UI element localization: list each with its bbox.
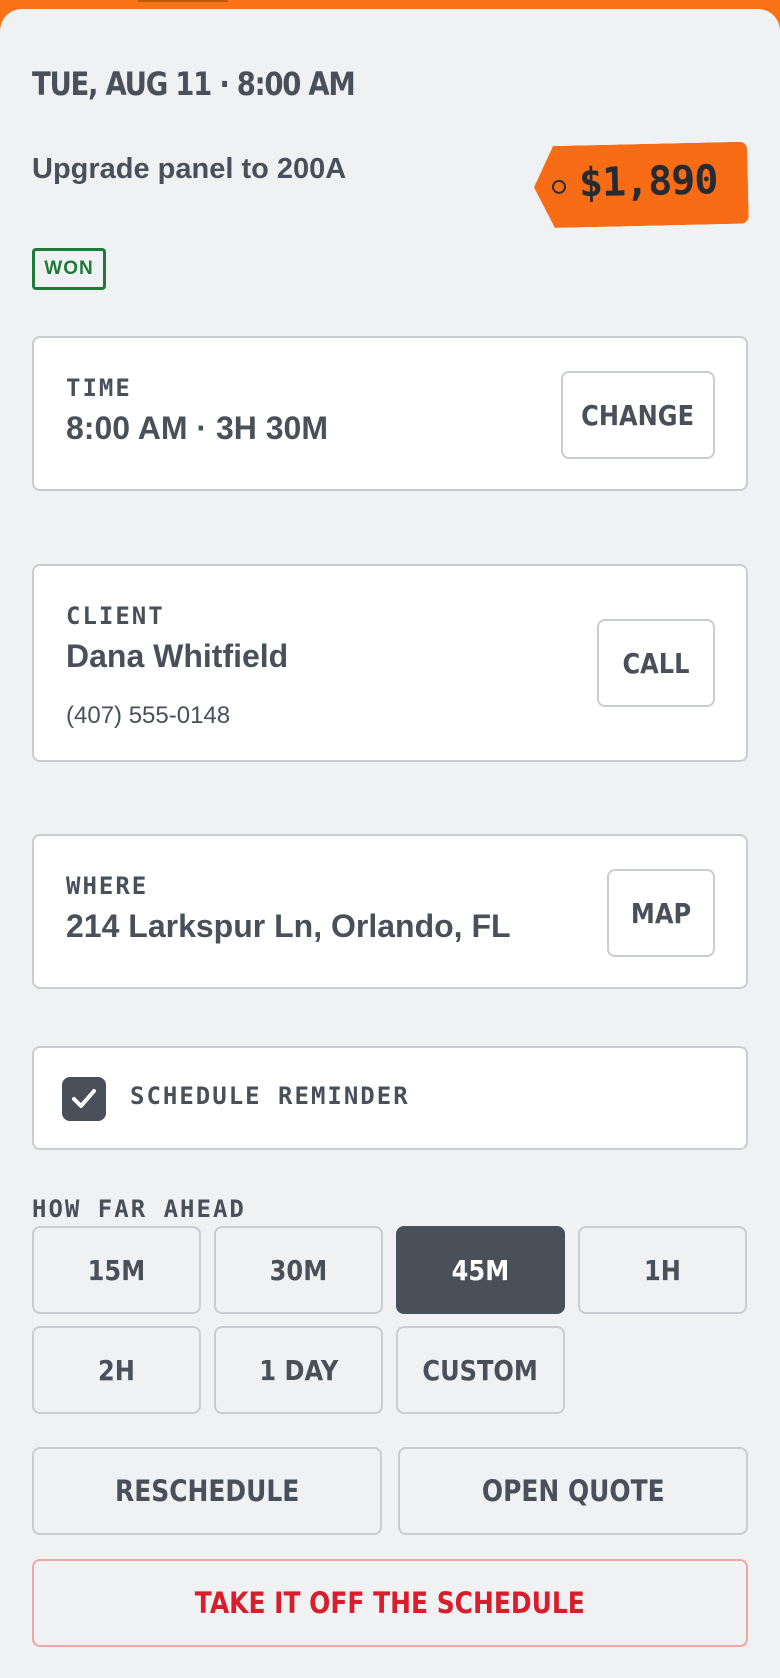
change-time-label: CHANGE <box>581 398 695 432</box>
reminder-label: SCHEDULE REMINDER <box>130 1082 410 1110</box>
reschedule-button[interactable]: RESCHEDULE <box>32 1447 382 1535</box>
remove-from-schedule-button[interactable]: TAKE IT OFF THE SCHEDULE <box>32 1559 748 1647</box>
price-value: $1,890 <box>578 157 718 207</box>
reschedule-label: RESCHEDULE <box>114 1474 300 1508</box>
option-1-day[interactable]: 1 DAY <box>214 1326 383 1414</box>
remove-from-schedule-label: TAKE IT OFF THE SCHEDULE <box>194 1586 586 1620</box>
map-button[interactable]: MAP <box>607 869 715 957</box>
option-custom[interactable]: CUSTOM <box>396 1326 565 1414</box>
time-value: 8:00 AM · 3H 30M <box>66 410 328 446</box>
where-address: 214 Larkspur Ln, Orlando, FL <box>66 908 511 944</box>
time-card: TIME 8:00 AM · 3H 30M CHANGE <box>32 336 748 491</box>
tag-hole-icon <box>552 180 566 194</box>
option-45m-label: 45M <box>451 1253 510 1287</box>
call-button[interactable]: CALL <box>597 619 715 707</box>
time-label: TIME <box>66 374 132 402</box>
option-1h-label: 1H <box>644 1253 681 1287</box>
option-30m-label: 30M <box>269 1253 328 1287</box>
change-time-button[interactable]: CHANGE <box>561 371 715 459</box>
option-1h[interactable]: 1H <box>578 1226 747 1314</box>
open-quote-button[interactable]: OPEN QUOTE <box>398 1447 748 1535</box>
client-label: CLIENT <box>66 602 165 630</box>
option-15m[interactable]: 15M <box>32 1226 201 1314</box>
how-far-label: HOW FAR AHEAD <box>32 1195 246 1223</box>
where-card: WHERE 214 Larkspur Ln, Orlando, FL MAP <box>32 834 748 989</box>
where-label: WHERE <box>66 872 149 900</box>
reminder-row[interactable]: SCHEDULE REMINDER <box>32 1046 748 1150</box>
status-badge: WON <box>32 248 106 290</box>
job-title: Upgrade panel to 200A <box>32 153 347 185</box>
open-quote-label: OPEN QUOTE <box>481 1474 665 1508</box>
client-card: CLIENT Dana Whitfield (407) 555-0148 CAL… <box>32 564 748 762</box>
option-1-day-label: 1 DAY <box>259 1353 338 1387</box>
reminder-checkbox[interactable] <box>62 1077 106 1121</box>
map-button-label: MAP <box>630 896 692 930</box>
top-strip-segment <box>138 0 228 2</box>
client-name: Dana Whitfield <box>66 638 289 674</box>
client-phone: (407) 555-0148 <box>66 702 231 729</box>
option-custom-label: CUSTOM <box>422 1353 539 1387</box>
option-30m[interactable]: 30M <box>214 1226 383 1314</box>
option-15m-label: 15M <box>87 1253 146 1287</box>
option-2h[interactable]: 2H <box>32 1326 201 1414</box>
page-title: TUE, AUG 11 · 8:00 AM <box>32 65 356 103</box>
option-45m[interactable]: 45M <box>396 1226 565 1314</box>
checkmark-icon <box>72 1089 96 1108</box>
call-button-label: CALL <box>622 646 690 680</box>
appointment-sheet: TUE, AUG 11 · 8:00 AM Upgrade panel to 2… <box>0 9 780 1678</box>
price-tag: $1,890 <box>533 142 749 229</box>
option-2h-label: 2H <box>98 1353 135 1387</box>
